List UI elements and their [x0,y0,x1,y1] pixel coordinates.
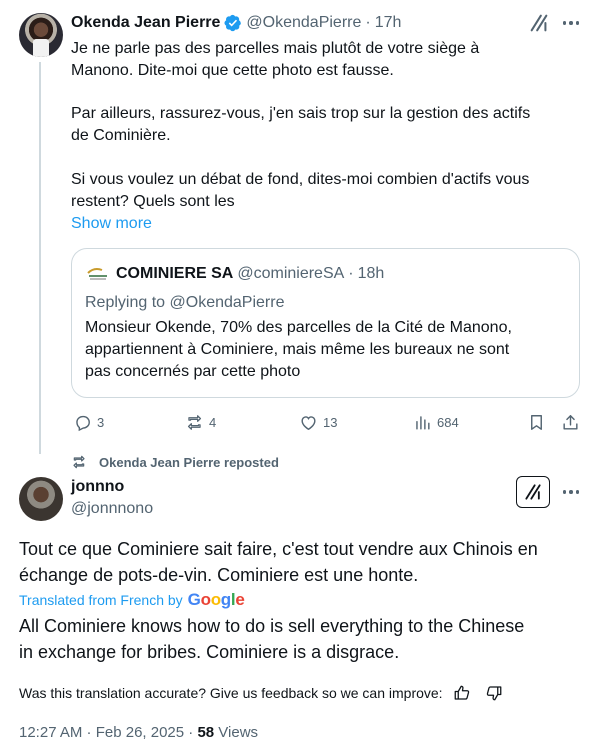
replying-prefix: Replying to [85,294,166,311]
verified-badge-icon [224,14,242,32]
original-text: Tout ce que Cominiere sait faire, c'est … [19,539,538,585]
quote-replying-to: Replying to @OkendaPierre [85,292,284,314]
quote-header: COMINIERE SA @cominiereSA · 18h [116,264,384,284]
replying-handle: @OkendaPierre [169,294,285,311]
reposted-banner[interactable]: Okenda Jean Pierre reposted [71,454,279,470]
tweet-timestamp[interactable]: 12:27 AM · Feb 26, 2025 · 58 Views [19,723,258,743]
views-label: Views [214,724,259,741]
quote-author-handle: @cominiereSA [237,265,345,282]
separator-dot: · [348,265,354,282]
separator-dot: · [365,14,371,31]
like-button[interactable]: 13 [299,411,337,433]
tweet1-header: Okenda Jean Pierre @OkendaPierre · 17h [71,12,401,34]
avatar-jonnno[interactable] [19,477,63,521]
reposted-text: Okenda Jean Pierre reposted [99,454,279,470]
reply-icon [76,415,90,431]
bookmark-button[interactable] [527,411,546,433]
thread-line [39,62,41,454]
more-icon[interactable] [560,481,582,503]
repost-icon [73,455,85,469]
author-handle[interactable]: @OkendaPierre [246,14,361,32]
show-more-link[interactable]: Show more [71,213,152,235]
like-icon [301,415,316,430]
thumbs-up-icon[interactable] [453,684,471,702]
google-logo: Google [187,590,245,609]
timestamp-text: 12:27 AM · Feb 26, 2025 · [19,724,198,741]
reply-count: 3 [97,414,105,430]
more-icon[interactable] [560,12,582,34]
quote-author-name: COMINIERE SA [116,265,234,282]
views-icon [416,415,430,430]
thumbs-down-icon[interactable] [485,684,503,702]
tweet-time[interactable]: 17h [375,14,402,32]
translated-label: Translated from French by [19,592,183,608]
tweet1-paragraph-3: Si vous voulez un débat de fond, dites-m… [71,171,530,210]
views-number: 58 [197,724,215,741]
avatar-okenda[interactable] [19,13,63,57]
grok-icon [525,484,541,500]
tweet1-paragraph-2: Par ailleurs, rassurez-vous, j'en sais t… [71,105,531,144]
grok-icon[interactable] [528,12,550,34]
share-button[interactable] [561,411,580,433]
bookmark-icon [531,414,542,430]
translated-from-link[interactable]: Translated from French by Google [19,590,245,610]
like-count: 13 [323,414,338,430]
translation-text: All Cominiere knows how to do is sell ev… [19,616,525,662]
author-handle[interactable]: @jonnnono [71,499,153,519]
grok-button[interactable] [516,476,550,508]
feedback-prompt: Was this translation accurate? Give us f… [19,685,443,701]
repost-icon [187,414,202,430]
views-button[interactable]: 684 [413,411,459,433]
author-name[interactable]: jonnno [71,477,124,497]
quote-time: 18h [357,265,385,282]
cominiere-logo-icon [86,265,110,283]
repost-count: 4 [209,414,217,430]
tweet1-paragraph-1: Je ne parle pas des parcelles mais plutô… [71,40,480,79]
quote-text: Monsieur Okende, 70% des parcelles de la… [85,319,512,380]
share-icon [563,414,578,430]
author-name[interactable]: Okenda Jean Pierre [71,14,220,32]
views-count: 684 [437,414,459,430]
reply-button[interactable]: 3 [73,411,104,433]
translation-feedback: Was this translation accurate? Give us f… [19,684,503,702]
repost-button[interactable]: 4 [185,411,216,433]
